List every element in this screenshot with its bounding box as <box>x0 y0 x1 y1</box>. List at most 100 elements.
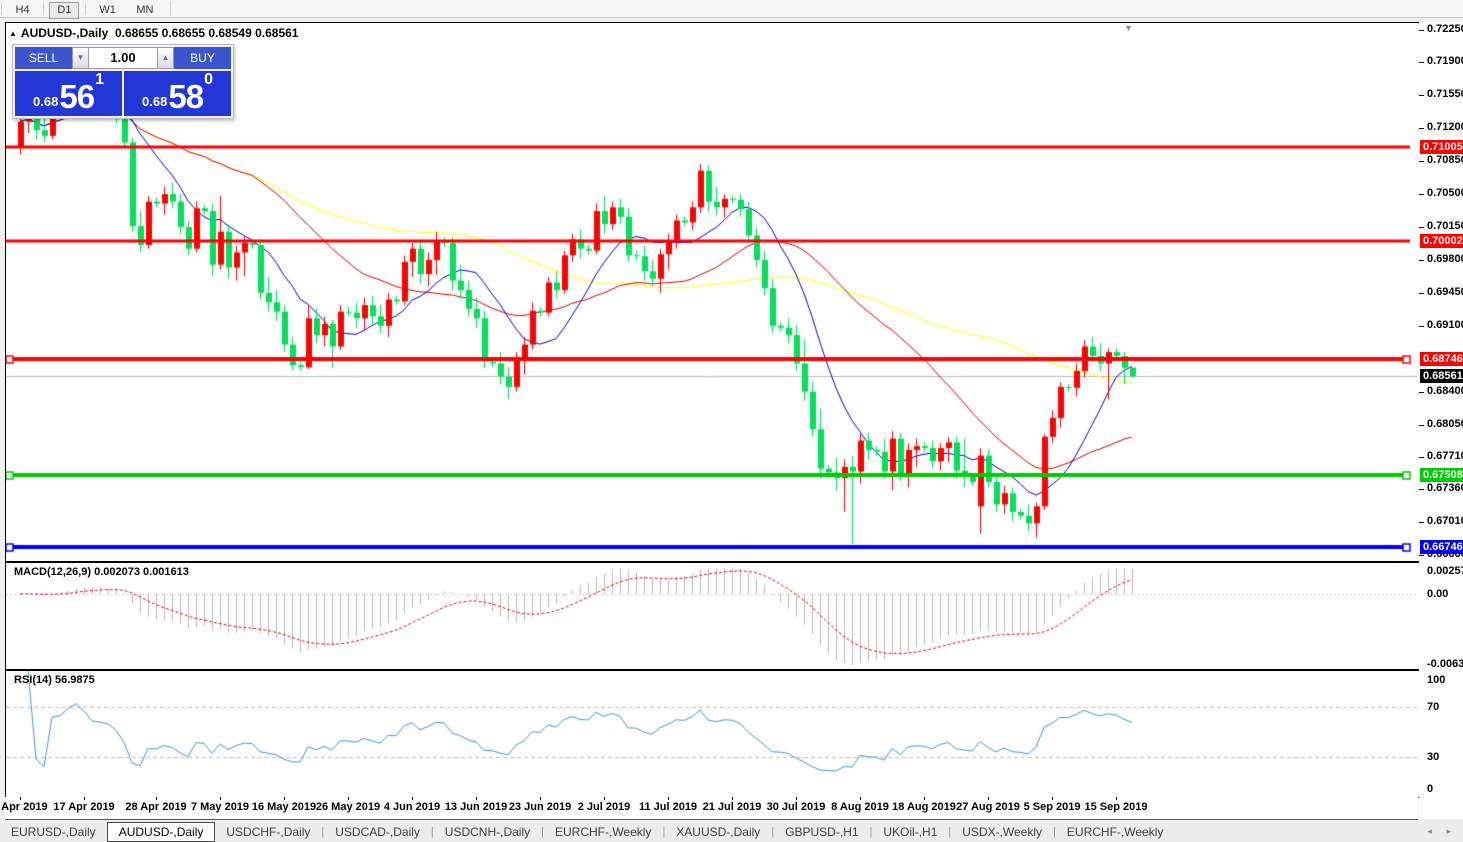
volume-input[interactable]: 1.00 <box>89 47 157 69</box>
chart-tab-bar: EURUSD-,Daily AUDUSD-,Daily USDCHF-,Daily |… <box>0 821 1463 842</box>
tab-scroll-right-icon[interactable]: ▸ <box>1446 826 1457 836</box>
price-axis-label: 0.72250 <box>1427 22 1463 35</box>
sell-button[interactable]: SELL <box>15 47 72 69</box>
date-axis-tick <box>412 797 413 800</box>
date-axis-label: 2 Jul 2019 <box>577 801 631 813</box>
date-axis-label: 18 Aug 2019 <box>892 801 956 813</box>
date-axis-tick <box>348 797 349 800</box>
date-axis-tick <box>20 797 21 800</box>
line-price-badge: 0.66746 <box>1420 540 1463 555</box>
line-price-badge: 0.68746 <box>1420 352 1463 367</box>
chart-tab-eurusd-daily[interactable]: EURUSD-,Daily <box>0 823 107 841</box>
price-axis-label: 0.69800 <box>1427 252 1463 265</box>
price-axis-label: 0.67360 <box>1427 482 1463 495</box>
price-axis-tick <box>1419 555 1424 557</box>
price-axis-tick <box>1419 489 1424 491</box>
macd-axis-label: 0.002574 <box>1427 565 1463 577</box>
price-axis-tick <box>1419 424 1424 426</box>
sell-price-panel[interactable]: 0.68 56 1 <box>15 71 122 116</box>
chart-title-ohlc: 0.68655 0.68655 0.68549 0.68561 <box>114 26 299 40</box>
toolbar-divider <box>169 1 171 17</box>
toolbar-divider <box>42 2 44 15</box>
chart-tab-usdcnh-daily[interactable]: USDCNH-,Daily <box>434 823 541 841</box>
rsi-axis-label: 30 <box>1427 751 1440 763</box>
sell-price-big: 56 <box>59 78 95 115</box>
date-axis[interactable]: 8 Apr 2019 17 Apr 2019 28 Apr 20197 May 20… <box>0 797 1418 820</box>
price-axis-label: 0.67710 <box>1427 449 1463 462</box>
date-axis-label: 27 Aug 2019 <box>956 801 1020 813</box>
date-axis-tick <box>156 797 157 800</box>
chart-tab-eurchf-weekly[interactable]: EURCHF-,Weekly <box>1056 823 1174 841</box>
date-axis-tick <box>220 797 221 800</box>
chart-shift-marker-icon[interactable]: ▼ <box>1124 24 1133 33</box>
buy-price-big: 58 <box>168 78 204 115</box>
timeframe-button-h4[interactable]: H4 <box>7 2 37 19</box>
chart-title-symbol: AUDUSD-,Daily <box>20 26 109 40</box>
timeframe-button-mn[interactable]: MN <box>128 2 161 19</box>
one-click-trading-panel: SELL ▼ 1.00 ▲ BUY 0.68 56 1 0.68 58 0 <box>12 44 234 119</box>
price-axis-label: 0.70850 <box>1427 154 1463 167</box>
date-axis-label: 26 May 2019 <box>315 801 381 813</box>
date-axis-label: 28 Apr 2019 <box>125 801 187 813</box>
date-axis-label: 8 Aug 2019 <box>831 801 889 813</box>
price-axis-tick <box>1419 95 1424 97</box>
date-axis-label: 4 Jun 2019 <box>383 801 441 813</box>
timeframe-button-w1[interactable]: W1 <box>91 2 124 19</box>
macd-canvas[interactable] <box>6 563 1417 667</box>
date-axis-label: 21 Jul 2019 <box>702 801 762 813</box>
volume-increase-button[interactable]: ▲ <box>157 47 174 69</box>
sell-price-sup: 1 <box>95 71 104 88</box>
chart-tab-audusd-daily[interactable]: AUDUSD-,Daily <box>106 821 216 842</box>
date-axis-label: 8 Apr 2019 <box>0 801 48 813</box>
price-axis-tick <box>1419 325 1424 327</box>
date-axis-label: 7 May 2019 <box>190 801 250 813</box>
price-axis-label: 0.71550 <box>1427 88 1463 101</box>
date-axis-tick <box>988 797 989 800</box>
price-axis-tick <box>1419 194 1424 196</box>
price-axis-tick <box>1419 391 1424 393</box>
toolbar-divider <box>1 2 2 15</box>
price-axis-tick <box>1419 227 1424 229</box>
price-axis-label: 0.70150 <box>1427 220 1463 233</box>
date-axis-label: 15 Sep 2019 <box>1084 801 1148 813</box>
macd-label: MACD(12,26,9) 0.002073 0.001613 <box>14 566 189 578</box>
line-price-badge: 0.71005 <box>1420 139 1463 154</box>
chart-tab-usdcad-daily[interactable]: USDCAD-,Daily <box>324 823 431 841</box>
price-axis-label: 0.68400 <box>1427 384 1463 397</box>
rsi-canvas[interactable] <box>6 671 1417 795</box>
date-axis-tick <box>284 797 285 800</box>
date-axis-tick <box>924 797 925 800</box>
date-axis-tick <box>796 797 797 800</box>
chart-tab-gbpusd-h1[interactable]: GBPUSD-,H1 <box>774 823 869 841</box>
date-axis-tick <box>476 797 477 800</box>
buy-button[interactable]: BUY <box>174 47 231 69</box>
chart-tab-xauusd-daily[interactable]: XAUUSD-,Daily <box>665 823 771 841</box>
buy-price-panel[interactable]: 0.68 58 0 <box>124 71 231 116</box>
timeframe-toolbar: H4 D1 W1 MN <box>0 0 1463 19</box>
tab-scroll-arrows[interactable]: ◂ ▸ <box>1427 826 1457 837</box>
buy-price-sup: 0 <box>204 71 213 88</box>
macd-indicator-panel: MACD(12,26,9) 0.002073 0.001613 <box>5 562 1420 670</box>
rsi-axis-label: 70 <box>1427 701 1440 713</box>
sell-price-small: 0.68 <box>33 94 59 109</box>
collapse-trade-panel-icon[interactable]: ▲ <box>9 29 17 38</box>
date-axis-label: 13 Jun 2019 <box>444 801 508 813</box>
chart-tab-eurchf-weekly[interactable]: EURCHF-,Weekly <box>544 823 662 841</box>
chart-tab-usdx-weekly[interactable]: USDX-,Weekly <box>951 823 1053 841</box>
volume-decrease-button[interactable]: ▼ <box>72 47 89 69</box>
price-axis[interactable]: 0.72250 0.71900 0.71550 0.71200 0.70850 0.705… <box>1419 22 1463 819</box>
chart-tab-usdchf-daily[interactable]: USDCHF-,Daily <box>215 823 321 841</box>
date-axis-tick <box>540 797 541 800</box>
price-axis-tick <box>1419 522 1424 524</box>
chart-tab-ukoil-h1[interactable]: UKOil-,H1 <box>872 823 948 841</box>
buy-price-small: 0.68 <box>142 94 168 109</box>
tab-scroll-left-icon[interactable]: ◂ <box>1427 826 1438 836</box>
current-price-badge: 0.68561 <box>1420 369 1463 384</box>
timeframe-button-d1[interactable]: D1 <box>49 2 80 19</box>
price-axis-tick <box>1419 128 1424 130</box>
rsi-indicator-panel: RSI(14) 56.9875 <box>5 670 1420 798</box>
price-axis-tick <box>1419 29 1424 31</box>
date-axis-label: 23 Jun 2019 <box>508 801 572 813</box>
price-axis-label: 0.68050 <box>1427 417 1463 430</box>
line-price-badge: 0.67508 <box>1420 468 1463 483</box>
